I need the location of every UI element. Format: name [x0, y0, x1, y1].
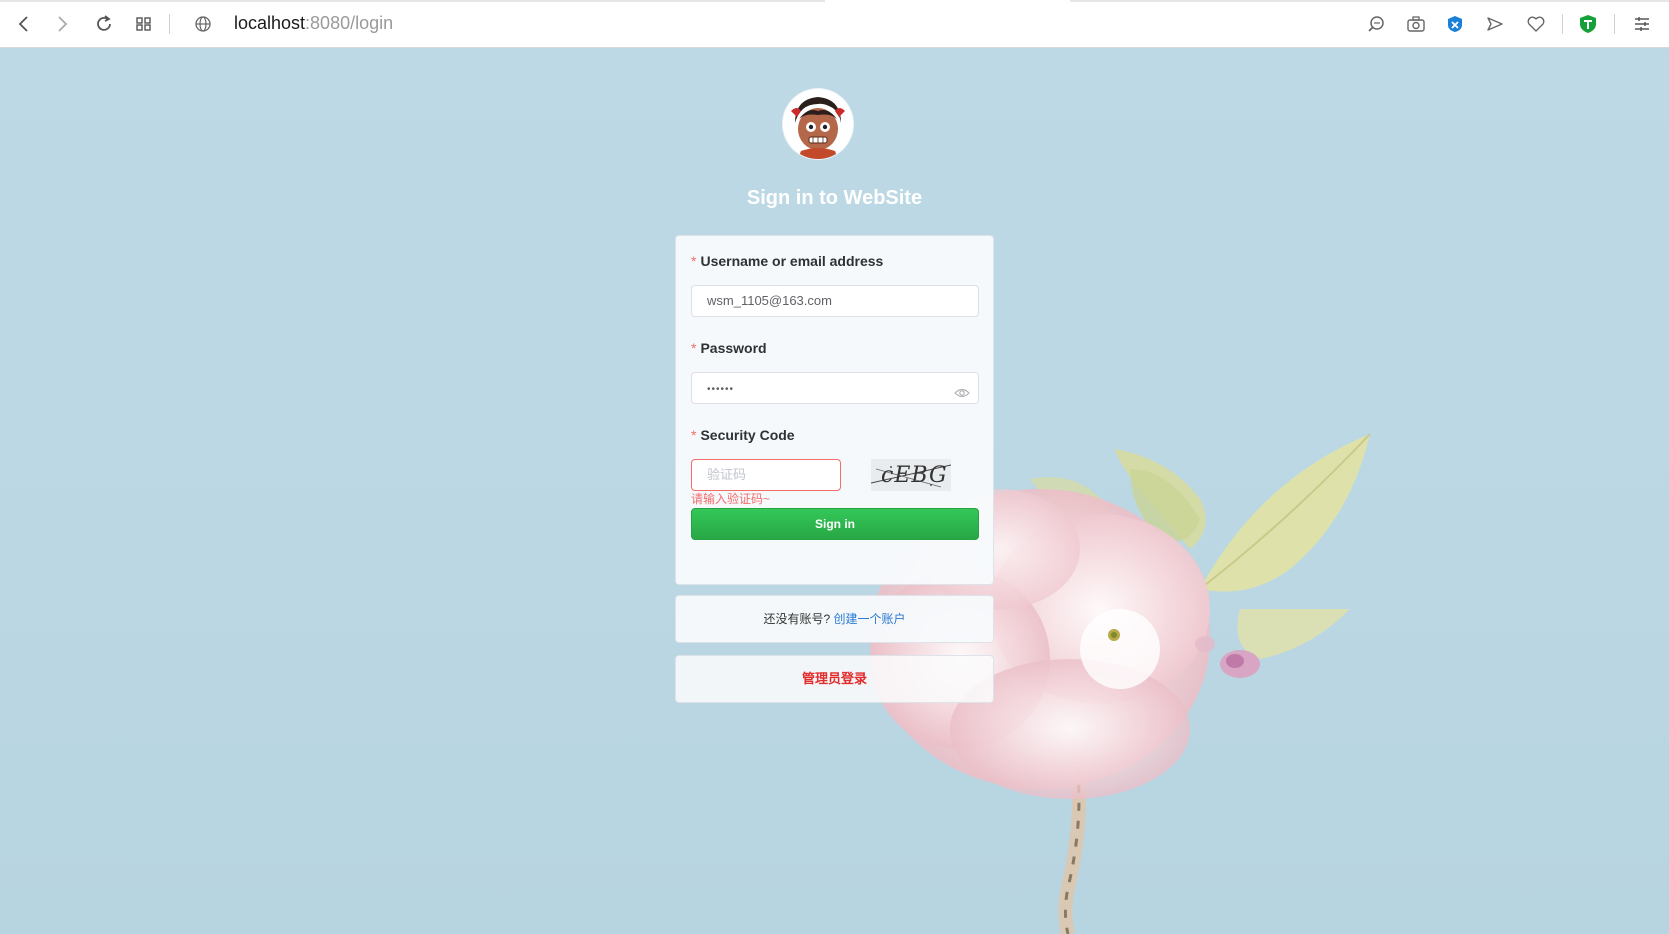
url-host: localhost — [234, 13, 306, 33]
username-field[interactable]: wsm_1105@163.com — [691, 285, 979, 317]
security-code-error: 请输入验证码~ — [691, 492, 771, 506]
address-bar[interactable]: localhost:8080/login — [234, 13, 393, 34]
avatar-image — [783, 89, 853, 159]
tabs-grid-icon[interactable] — [132, 12, 156, 36]
password-label-text: Password — [700, 340, 767, 356]
captcha-image[interactable]: cEBG — [871, 459, 951, 491]
required-mark: * — [691, 340, 697, 356]
reload-icon[interactable] — [92, 12, 116, 36]
toolbar-divider — [169, 14, 170, 34]
admin-login-button[interactable]: 管理员登录 — [675, 655, 994, 703]
shield-icon[interactable] — [1576, 12, 1600, 36]
search-icon[interactable] — [1364, 12, 1388, 36]
camera-icon[interactable] — [1404, 12, 1428, 36]
browser-toolbar: localhost:8080/login — [0, 0, 1669, 48]
required-mark: * — [691, 253, 697, 269]
security-code-input[interactable]: 验证码 — [691, 459, 841, 491]
forward-icon[interactable] — [50, 12, 74, 36]
captcha-text: cEBG — [881, 463, 948, 488]
username-label: * Username or email address — [691, 253, 883, 269]
password-field[interactable]: •••••• — [691, 372, 979, 404]
username-value: wsm_1105@163.com — [707, 293, 832, 308]
password-value: •••••• — [707, 384, 735, 395]
username-label-text: Username or email address — [700, 253, 884, 269]
heart-icon[interactable] — [1524, 12, 1548, 36]
send-icon[interactable] — [1483, 12, 1507, 36]
register-panel: 还没有账号? 创建一个账户 — [675, 595, 994, 643]
required-mark: * — [691, 427, 697, 443]
toolbar-divider — [1562, 14, 1563, 34]
toolbar-divider — [1614, 14, 1615, 34]
menu-icon[interactable] — [1630, 12, 1654, 36]
globe-icon — [191, 12, 215, 36]
back-icon[interactable] — [12, 12, 36, 36]
register-prompt: 还没有账号? — [763, 612, 831, 626]
login-form: * Username or email address wsm_1105@163.… — [675, 235, 994, 585]
security-code-label-text: Security Code — [700, 427, 795, 443]
extension-x-icon[interactable] — [1443, 12, 1467, 36]
security-code-placeholder: 验证码 — [707, 467, 747, 482]
login-page: Sign in to WebSite * Username or email ad… — [0, 49, 1669, 934]
url-path: :8080/login — [305, 13, 394, 33]
eye-icon[interactable] — [954, 381, 970, 398]
sign-in-button[interactable]: Sign in — [691, 508, 979, 540]
avatar — [783, 89, 853, 159]
page-title: Sign in to WebSite — [746, 187, 923, 209]
security-code-label: * Security Code — [691, 427, 795, 443]
password-label: * Password — [691, 340, 767, 356]
loading-bar — [0, 0, 1669, 2]
create-account-link[interactable]: 创建一个账户 — [834, 612, 906, 626]
